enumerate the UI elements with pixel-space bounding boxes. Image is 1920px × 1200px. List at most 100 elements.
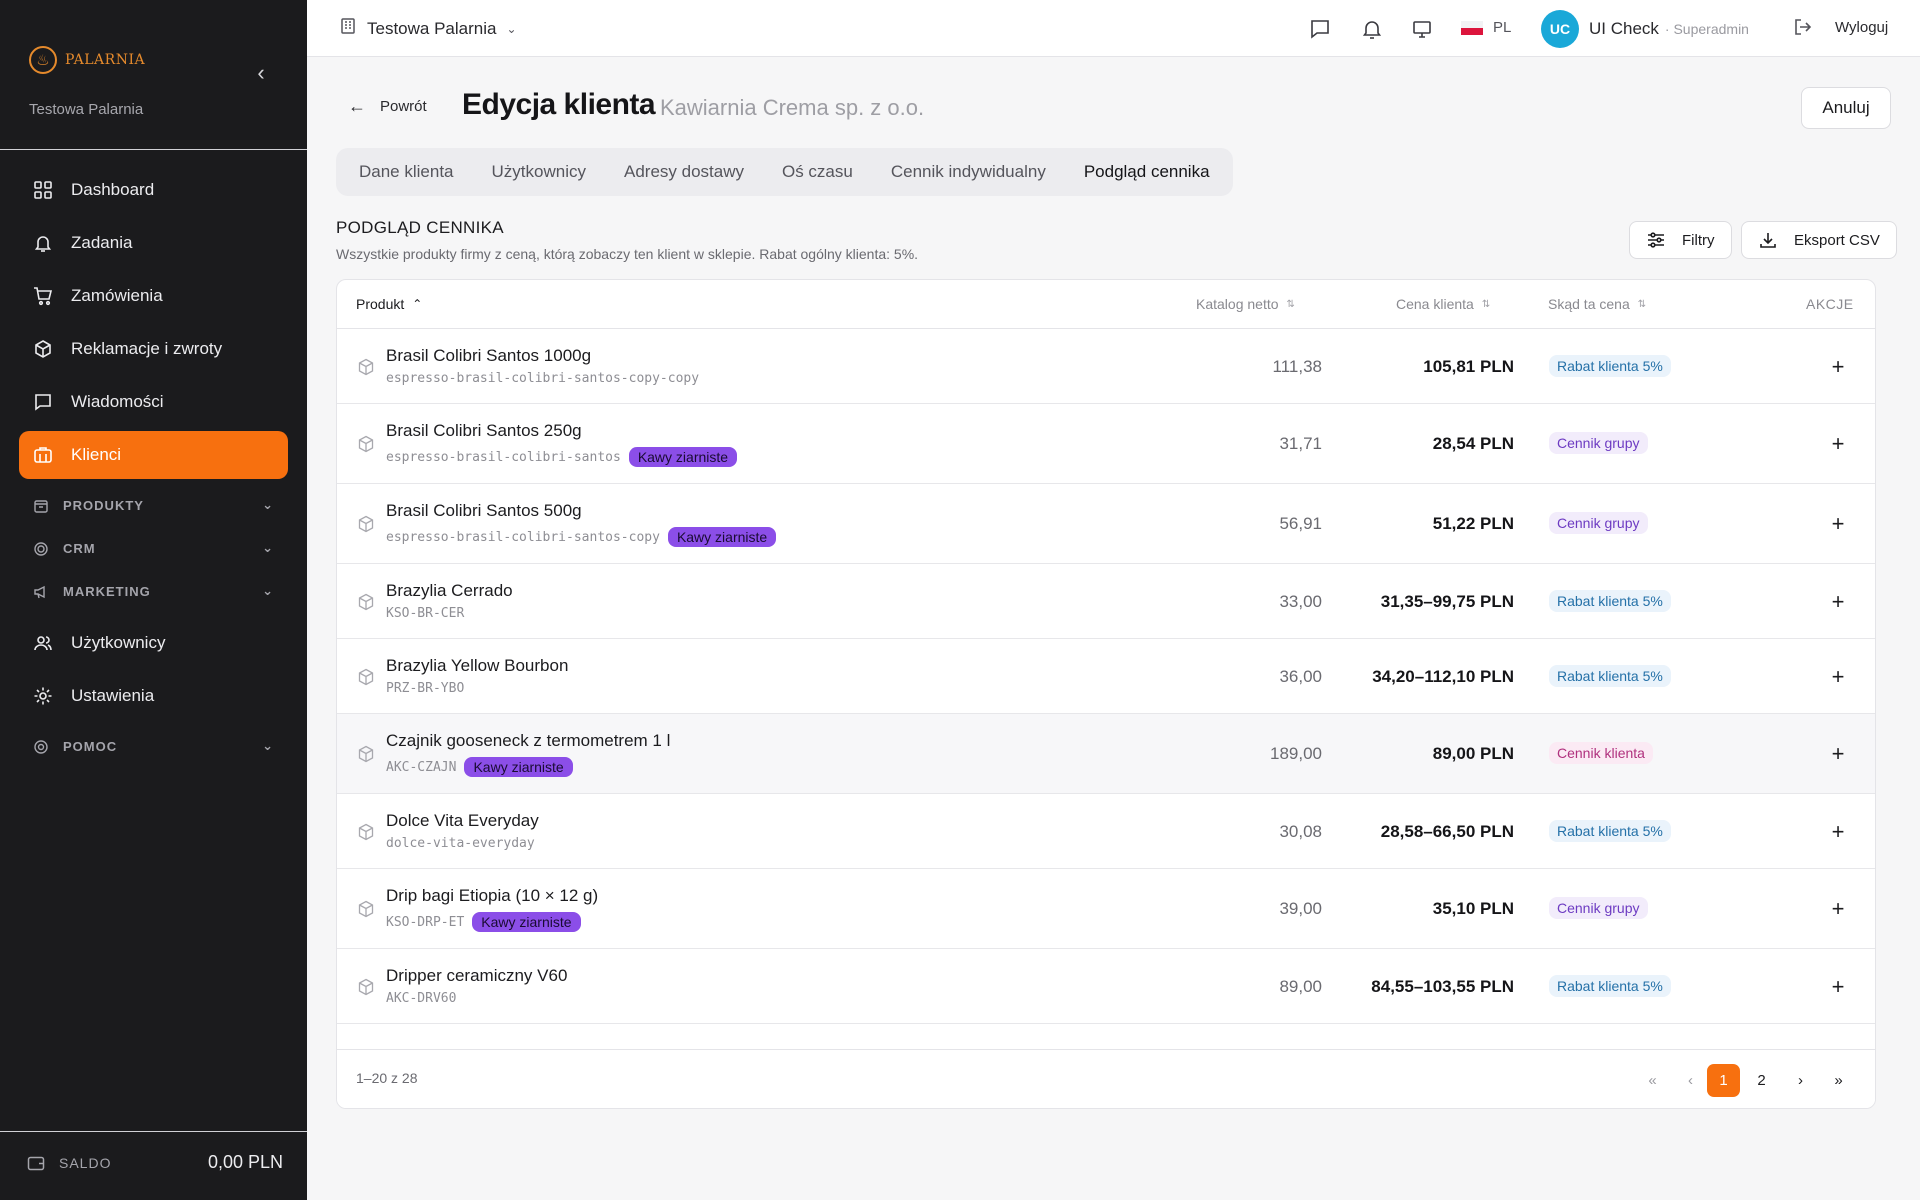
package-icon — [357, 593, 375, 611]
client-price: 34,20–112,10 PLN — [1372, 667, 1514, 686]
logo[interactable]: ♨ PALARNIA — [29, 46, 279, 74]
category-badge: Kawy ziarniste — [472, 912, 581, 932]
add-override-icon[interactable]: + — [1829, 591, 1847, 613]
product-sku: KSO-DRP-ET — [386, 914, 465, 930]
collapse-sidebar-chevron-icon[interactable]: ‹ — [250, 62, 272, 85]
column-label: Katalog netto — [1196, 296, 1279, 312]
price-source-badge: Rabat klienta 5% — [1549, 355, 1671, 377]
page-subtitle: Kawiarnia Crema sp. z o.o. — [660, 95, 925, 120]
section-title: PODGLĄD CENNIKA — [336, 218, 504, 237]
product-meta: dolce-vita-everyday — [386, 836, 535, 851]
user-name: UI Check — [1589, 19, 1659, 38]
sidebar-item-label: Zamówienia — [71, 286, 163, 305]
category-badge: Kawy ziarniste — [464, 757, 573, 777]
product-sku: espresso-brasil-colibri-santos-copy — [386, 529, 660, 545]
pagination: 1–20 z 28 « ‹ 1 2 › » — [337, 1049, 1875, 1108]
price-table: Produkt ⌃ Katalog netto ⇅ Cena klienta ⇅… — [336, 279, 1876, 1109]
sidebar-section-produkty[interactable]: PRODUKTY ⌄ — [19, 484, 288, 527]
megaphone-icon — [33, 584, 49, 600]
back-button[interactable]: ← Powrót — [348, 96, 427, 117]
last-page-icon[interactable]: » — [1822, 1064, 1855, 1097]
sidebar-item-klienci[interactable]: Klienci — [19, 431, 288, 479]
add-override-icon[interactable]: + — [1829, 666, 1847, 688]
price-source-badge: Rabat klienta 5% — [1549, 590, 1671, 612]
add-override-icon[interactable]: + — [1829, 976, 1847, 998]
tab-3[interactable]: Oś czasu — [763, 148, 872, 196]
add-override-icon[interactable]: + — [1829, 513, 1847, 535]
column-client-price[interactable]: Cena klienta ⇅ — [1396, 296, 1490, 312]
sidebar-item-reklamacje[interactable]: Reklamacje i zwroty — [19, 325, 288, 373]
sidebar-item-wiadomosci[interactable]: Wiadomości — [19, 378, 288, 426]
page-button[interactable]: 1 — [1707, 1064, 1740, 1097]
product-sku: dolce-vita-everyday — [386, 836, 535, 851]
back-label: Powrót — [380, 98, 427, 115]
add-override-icon[interactable]: + — [1829, 821, 1847, 843]
catalog-price: 189,00 — [1270, 744, 1322, 763]
building-icon — [339, 17, 357, 40]
users-icon — [33, 633, 53, 653]
sidebar-item-zadania[interactable]: Zadania — [19, 219, 288, 267]
org-switcher[interactable]: Testowa Palarnia ⌄ — [339, 17, 517, 40]
language-switcher[interactable]: PL — [1461, 19, 1511, 36]
next-page-icon[interactable]: › — [1784, 1064, 1817, 1097]
chevron-down-icon: ⌄ — [262, 540, 274, 555]
logo-text: PALARNIA — [65, 52, 146, 68]
tab-2[interactable]: Adresy dostawy — [605, 148, 763, 196]
export-csv-button[interactable]: Eksport CSV — [1741, 221, 1897, 259]
user-menu[interactable]: UC UI Check · Superadmin — [1541, 10, 1749, 48]
table-row: Czajnik gooseneck z termometrem 1 l AKC-C… — [337, 714, 1875, 794]
product-meta: AKC-CZAJN Kawy ziarniste — [386, 757, 573, 777]
monitor-icon[interactable] — [1409, 16, 1435, 42]
client-price: 84,55–103,55 PLN — [1371, 977, 1514, 996]
package-icon — [357, 515, 375, 533]
column-label: Cena klienta — [1396, 296, 1474, 312]
tab-4[interactable]: Cennik indywidualny — [872, 148, 1065, 196]
client-price: 28,54 PLN — [1432, 434, 1514, 453]
table-row: Brasil Colibri Santos 1000g espresso-bras… — [337, 329, 1875, 404]
logout-label: Wyloguj — [1835, 18, 1889, 36]
tab-5[interactable]: Podgląd cennika — [1065, 148, 1229, 196]
add-override-icon[interactable]: + — [1829, 743, 1847, 765]
cancel-button[interactable]: Anuluj — [1801, 87, 1891, 129]
sidebar-item-label: Zadania — [71, 233, 133, 252]
sidebar-item-uzytkownicy[interactable]: Użytkownicy — [19, 619, 288, 667]
sidebar-section-marketing[interactable]: MARKETING ⌄ — [19, 570, 288, 613]
building-icon — [33, 445, 53, 465]
sidebar-item-dashboard[interactable]: Dashboard — [19, 166, 288, 214]
column-catalog[interactable]: Katalog netto ⇅ — [1196, 296, 1295, 312]
product-name: Brasil Colibri Santos 250g — [386, 421, 582, 440]
add-override-icon[interactable]: + — [1829, 356, 1847, 378]
filters-button[interactable]: Filtry — [1629, 221, 1732, 259]
sidebar-item-zamowienia[interactable]: Zamówienia — [19, 272, 288, 320]
logout-button[interactable]: Wyloguj — [1793, 17, 1888, 37]
add-override-icon[interactable]: + — [1829, 433, 1847, 455]
page-title: Edycja klienta — [462, 88, 656, 121]
package-icon — [357, 435, 375, 453]
sidebar-item-ustawienia[interactable]: Ustawienia — [19, 672, 288, 720]
sidebar-section-crm[interactable]: CRM ⌄ — [19, 527, 288, 570]
tab-0[interactable]: Dane klienta — [340, 148, 473, 196]
tab-1[interactable]: Użytkownicy — [473, 148, 605, 196]
chevron-down-icon: ⌄ — [262, 738, 274, 753]
notifications-bell-icon[interactable] — [1359, 16, 1385, 42]
sort-icon: ⇅ — [1637, 298, 1647, 310]
product-meta: KSO-DRP-ET Kawy ziarniste — [386, 912, 581, 932]
prev-page-icon[interactable]: ‹ — [1674, 1064, 1707, 1097]
add-override-icon[interactable]: + — [1829, 898, 1847, 920]
page-button[interactable]: 2 — [1745, 1064, 1778, 1097]
sidebar-section-pomoc[interactable]: POMOC ⌄ — [19, 725, 288, 768]
table-row: Brasil Colibri Santos 500g espresso-brasi… — [337, 484, 1875, 564]
chevron-down-icon: ⌄ — [262, 497, 274, 512]
column-source[interactable]: Skąd ta cena ⇅ — [1548, 296, 1646, 312]
first-page-icon[interactable]: « — [1636, 1064, 1669, 1097]
divider — [0, 149, 307, 150]
column-product[interactable]: Produkt ⌃ — [356, 296, 422, 312]
package-icon — [357, 823, 375, 841]
table-row: Brazylia Cerrado KSO-BR-CER 33,00 31,35–99,… — [337, 564, 1875, 639]
product-meta: espresso-brasil-colibri-santos-copy-copy — [386, 371, 699, 386]
messages-icon[interactable] — [1307, 16, 1333, 42]
sliders-icon — [1648, 232, 1664, 248]
saldo-value: 0,00 PLN — [207, 1152, 283, 1172]
bell-icon — [33, 233, 53, 253]
dashboard-icon — [33, 180, 53, 200]
